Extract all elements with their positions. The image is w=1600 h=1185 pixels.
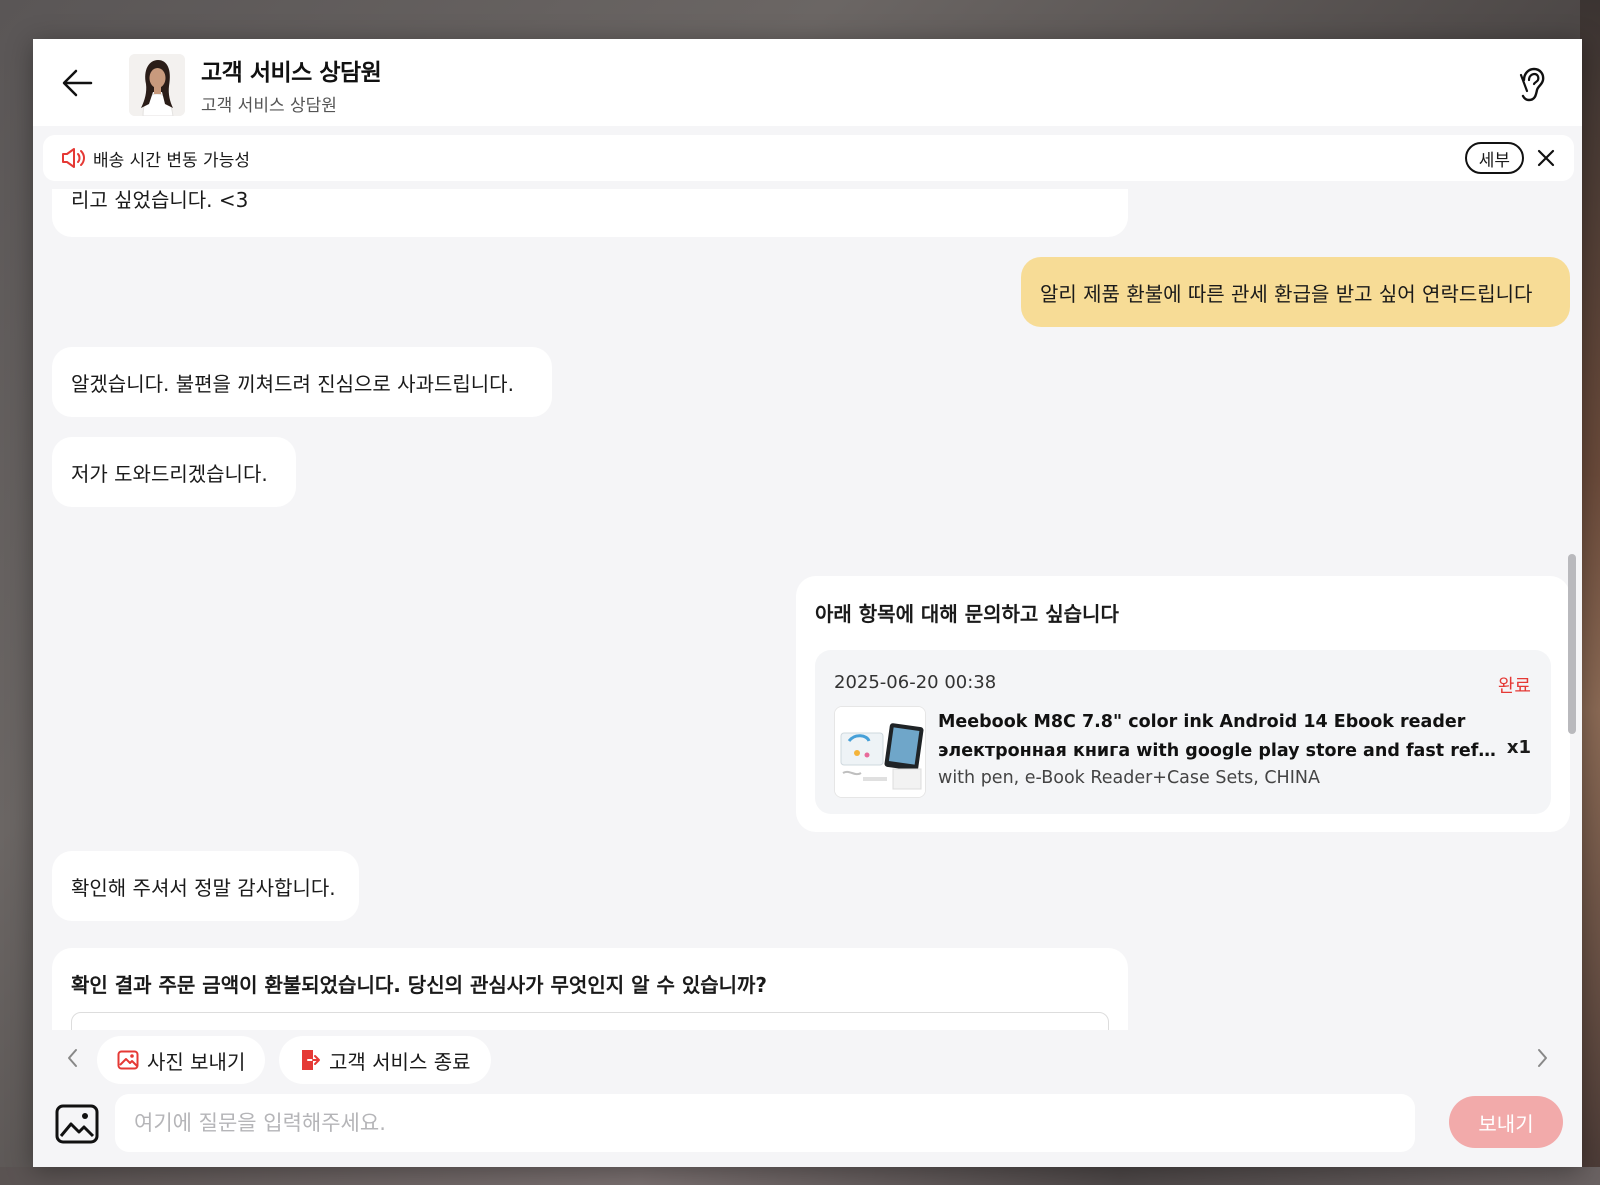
product-title: Meebook M8C 7.8" color ink Android 14 Eb… <box>938 708 1498 766</box>
refund-result-card: 확인 결과 주문 금액이 환불되었습니다. 당신의 관심사가 무엇인지 알 수 … <box>52 948 1128 1030</box>
exit-icon <box>299 1048 321 1072</box>
chip-label: 고객 서비스 종료 <box>329 1049 471 1074</box>
chip-label: 사진 보내기 <box>147 1049 246 1074</box>
message-text: 알겠습니다. 불편을 끼쳐드려 진심으로 사과드립니다. <box>71 371 514 396</box>
message-text: 리고 싶었습니다. <3 <box>71 189 249 212</box>
user-message: 알리 제품 환불에 따른 관세 환급을 받고 싶어 연락드립니다 <box>1021 257 1570 327</box>
ear-icon <box>1519 67 1545 102</box>
background-edge <box>1580 0 1600 1185</box>
message-text: 확인해 주셔서 정말 감사합니다. <box>71 875 336 900</box>
product-title-line2: электронная книга with google play store… <box>938 741 1498 761</box>
composer: 보내기 <box>33 1092 1582 1167</box>
product-quantity: x1 <box>1506 737 1531 758</box>
attach-image-icon[interactable] <box>55 1104 99 1144</box>
agent-message: 알겠습니다. 불편을 끼쳐드려 진심으로 사과드립니다. <box>52 347 552 417</box>
agent-message: 저가 도와드리겠습니다. <box>52 437 296 507</box>
message-input[interactable] <box>115 1094 1415 1152</box>
product-title-line1: Meebook M8C 7.8" color ink Android 14 Eb… <box>938 712 1466 732</box>
hearing-button[interactable] <box>1512 65 1552 105</box>
send-photo-button[interactable]: 사진 보내기 <box>97 1036 266 1084</box>
scroll-thumb[interactable] <box>1568 554 1576 734</box>
scrollbar[interactable] <box>1566 189 1576 1030</box>
notice-detail-button[interactable]: 세부 <box>1464 142 1524 174</box>
image-icon <box>117 1050 139 1070</box>
quick-actions-bar: 사진 보내기 고객 서비스 종료 <box>33 1030 1582 1092</box>
order-inquiry-card: 아래 항목에 대해 문의하고 싶습니다 2025-06-20 00:38 완료 <box>796 576 1570 832</box>
chat-header: 고객 서비스 상담원 고객 서비스 상담원 <box>33 39 1582 126</box>
back-button[interactable] <box>57 65 97 101</box>
chevron-left-icon[interactable] <box>63 1046 83 1070</box>
notice-text: 배송 시간 변동 가능성 <box>93 151 250 171</box>
megaphone-icon <box>62 148 85 168</box>
chevron-right-icon[interactable] <box>1532 1046 1552 1070</box>
close-icon[interactable] <box>1536 148 1556 168</box>
agent-name: 고객 서비스 상담원 <box>201 60 382 86</box>
delivery-notice-banner: 배송 시간 변동 가능성 세부 <box>43 135 1574 181</box>
chat-window: 고객 서비스 상담원 고객 서비스 상담원 배송 시간 변동 가능성 세부 리고… <box>33 39 1582 1167</box>
agent-message: 확인해 주셔서 정말 감사합니다. <box>52 851 359 921</box>
order-datetime: 2025-06-20 00:38 <box>834 672 997 693</box>
product-thumbnail <box>834 706 926 798</box>
message-list: 리고 싶었습니다. <3 알리 제품 환불에 따른 관세 환급을 받고 싶어 연… <box>33 189 1582 1030</box>
order-summary[interactable]: 2025-06-20 00:38 완료 Meebook M8C 7.8" col… <box>815 650 1551 814</box>
end-service-button[interactable]: 고객 서비스 종료 <box>279 1036 491 1084</box>
message-text: 저가 도와드리겠습니다. <box>71 461 268 486</box>
agent-message: 리고 싶었습니다. <3 <box>52 189 1128 237</box>
card-title: 아래 항목에 대해 문의하고 싶습니다 <box>815 602 1119 626</box>
agent-subtitle: 고객 서비스 상담원 <box>201 96 337 116</box>
message-text: 알리 제품 환불에 따른 관세 환급을 받고 싶어 연락드립니다 <box>1040 281 1533 306</box>
card-option[interactable] <box>71 1012 1109 1030</box>
card-title: 확인 결과 주문 금액이 환불되었습니다. 당신의 관심사가 무엇인지 알 수 … <box>71 973 768 997</box>
order-status: 완료 <box>1497 676 1531 697</box>
background-bottom <box>0 1167 1600 1185</box>
product-variant: with pen, e-Book Reader+Case Sets, CHINA <box>938 768 1320 788</box>
agent-avatar <box>129 54 185 116</box>
arrow-left-icon <box>62 69 93 97</box>
send-button[interactable]: 보내기 <box>1449 1096 1563 1148</box>
